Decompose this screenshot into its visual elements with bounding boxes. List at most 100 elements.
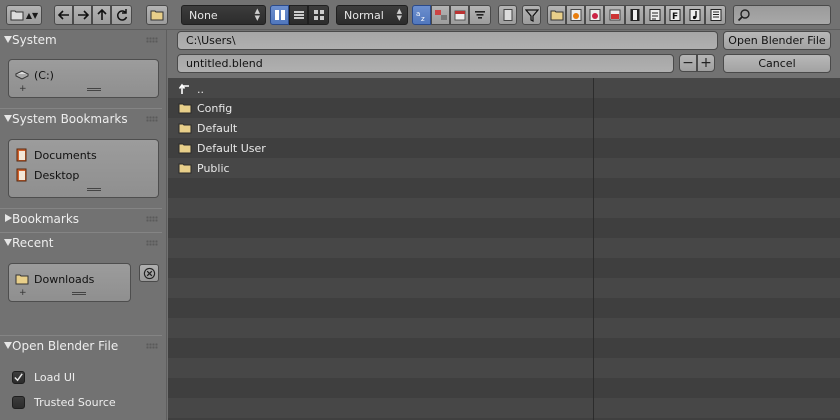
column-divider[interactable]: [593, 78, 594, 420]
refresh-button[interactable]: [111, 5, 132, 25]
plus-icon[interactable]: +: [19, 289, 27, 298]
trusted-source-checkbox[interactable]: [12, 395, 25, 409]
filter-backup-button[interactable]: [585, 5, 604, 25]
display-mode-dropdown[interactable]: None ▲ ▼: [181, 5, 266, 25]
sort-time-button[interactable]: [450, 5, 469, 25]
system-bookmarks-list: Documents Desktop: [8, 139, 159, 198]
file-icon: [503, 9, 512, 21]
clear-recent-button[interactable]: [139, 264, 159, 282]
panel-header-operator[interactable]: Open Blender File: [0, 335, 162, 355]
panel-header-bookmarks[interactable]: Bookmarks: [0, 208, 162, 228]
directory-path-field[interactable]: C:\Users\: [177, 31, 718, 50]
folder-icon: [178, 163, 192, 174]
file-row-folder[interactable]: Config: [178, 98, 232, 118]
trusted-source-checkbox-row[interactable]: Trusted Source: [12, 394, 116, 410]
editor-type-button[interactable]: ▲▼: [6, 5, 42, 25]
list-item[interactable]: Documents: [15, 146, 97, 164]
resize-grip-icon[interactable]: [87, 188, 101, 191]
bookmark-label: Desktop: [34, 168, 80, 182]
sort-alpha-button[interactable]: az: [412, 5, 431, 25]
back-button[interactable]: [54, 5, 73, 25]
cancel-button-label: Cancel: [758, 57, 796, 70]
filter-blender-button[interactable]: [566, 5, 585, 25]
filter-sound-button[interactable]: [684, 5, 705, 25]
forward-button[interactable]: [73, 5, 92, 25]
search-icon: [737, 9, 750, 22]
film-icon: [630, 9, 639, 21]
decrement-filename-button[interactable]: −: [679, 54, 697, 72]
svg-text:F: F: [672, 12, 678, 22]
filter-movie-button[interactable]: [625, 5, 644, 25]
expand-triangle-icon: [4, 115, 12, 122]
refresh-icon: [116, 9, 127, 21]
load-ui-checkbox-row[interactable]: Load UI: [12, 369, 75, 385]
list-short-icon: [274, 10, 285, 20]
thumbnail-size-value: Normal: [344, 8, 384, 22]
list-item[interactable]: Downloads: [15, 270, 94, 288]
folder-icon: [15, 274, 29, 285]
folder-icon: [10, 10, 24, 21]
chevron-updown-icon: ▲▼: [254, 7, 260, 22]
font-icon: F: [669, 9, 680, 22]
blender-file-icon: [570, 9, 581, 21]
file-name: Config: [197, 101, 233, 115]
increment-filename-button[interactable]: +: [697, 54, 715, 72]
parent-directory-icon: [178, 83, 189, 94]
long-list-view-button[interactable]: [289, 5, 308, 25]
panel-header-system[interactable]: System: [0, 30, 162, 50]
panel-header-recent[interactable]: Recent: [0, 232, 162, 252]
drag-handle-icon[interactable]: [146, 240, 158, 246]
search-input[interactable]: [751, 9, 821, 21]
plus-icon[interactable]: +: [19, 85, 27, 94]
thumbnail-size-dropdown[interactable]: Normal ▲ ▼: [336, 5, 408, 25]
sound-icon: [689, 9, 700, 21]
open-blender-file-button[interactable]: Open Blender File: [723, 31, 831, 50]
drag-handle-icon[interactable]: [146, 116, 158, 122]
sort-size-button[interactable]: [469, 5, 491, 25]
search-field[interactable]: [733, 5, 831, 25]
resize-grip-icon[interactable]: [87, 88, 101, 91]
new-directory-button[interactable]: [146, 5, 168, 25]
drag-handle-icon[interactable]: [146, 37, 158, 43]
open-button-label: Open Blender File: [728, 34, 826, 47]
file-row-parent[interactable]: ..: [178, 79, 204, 99]
thumbnail-view-button[interactable]: [308, 5, 329, 25]
file-row-folder[interactable]: Default User: [178, 138, 266, 158]
panel-title: Bookmarks: [12, 211, 80, 226]
list-item[interactable]: (C:): [15, 66, 54, 84]
cancel-button[interactable]: Cancel: [723, 54, 831, 73]
drag-handle-icon[interactable]: [146, 216, 158, 222]
disk-icon: [15, 70, 29, 80]
filename-field[interactable]: untitled.blend: [177, 54, 674, 73]
file-row-folder[interactable]: Public: [178, 158, 230, 178]
sort-extension-button[interactable]: [431, 5, 450, 25]
filter-icon: [524, 9, 539, 22]
file-name: Default User: [197, 141, 266, 155]
panel-header-system-bookmarks[interactable]: System Bookmarks: [0, 108, 162, 128]
load-ui-checkbox[interactable]: [12, 370, 25, 384]
filter-script-button[interactable]: [644, 5, 665, 25]
chevron-updown-icon: ▲▼: [396, 7, 402, 22]
drag-handle-icon[interactable]: [146, 343, 158, 349]
arrow-up-icon: [96, 8, 107, 20]
file-row-folder[interactable]: Default: [178, 118, 237, 138]
parent-directory-button[interactable]: [92, 5, 111, 25]
filter-toggle-button[interactable]: [522, 5, 541, 25]
checkmark-icon: [14, 372, 23, 381]
blender-backup-icon: [589, 9, 600, 21]
filter-text-button[interactable]: [705, 5, 726, 25]
folder-icon: [178, 103, 192, 114]
short-list-view-button[interactable]: [270, 5, 289, 25]
grid-icon: [313, 10, 324, 20]
desktop-icon: [16, 168, 27, 182]
filter-font-button[interactable]: F: [665, 5, 684, 25]
recent-label: Downloads: [34, 272, 95, 286]
resize-grip-icon[interactable]: [72, 292, 86, 295]
sort-size-icon: [475, 11, 485, 19]
filter-image-button[interactable]: [604, 5, 625, 25]
panel-title: Open Blender File: [12, 338, 119, 353]
filter-folders-button[interactable]: [547, 5, 566, 25]
show-hidden-button[interactable]: [498, 5, 517, 25]
checkbox-label: Trusted Source: [34, 395, 116, 409]
list-item[interactable]: Desktop: [15, 166, 79, 184]
